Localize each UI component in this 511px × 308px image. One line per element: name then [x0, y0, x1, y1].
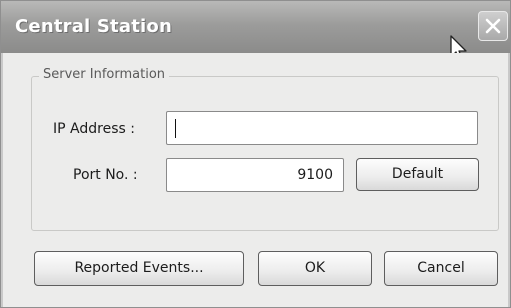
- close-button[interactable]: [478, 11, 508, 41]
- server-information-legend: Server Information: [39, 67, 170, 82]
- port-number-input[interactable]: 9100: [166, 158, 344, 192]
- reported-events-button-label: Reported Events...: [74, 260, 204, 276]
- port-number-label: Port No. :: [73, 167, 138, 183]
- default-button[interactable]: Default: [356, 158, 479, 191]
- central-station-dialog: Central Station Server Information IP Ad…: [0, 0, 511, 308]
- title-bar[interactable]: Central Station: [1, 1, 510, 53]
- reported-events-button[interactable]: Reported Events...: [34, 251, 244, 286]
- ok-button[interactable]: OK: [258, 251, 372, 286]
- window-title: Central Station: [15, 16, 172, 37]
- ip-address-input[interactable]: [166, 111, 478, 145]
- ok-button-label: OK: [304, 260, 326, 276]
- default-button-label: Default: [391, 166, 444, 182]
- cancel-button[interactable]: Cancel: [384, 251, 498, 286]
- ip-address-label: IP Address :: [53, 121, 135, 137]
- close-icon: [485, 18, 501, 34]
- server-information-group: [31, 76, 499, 231]
- text-caret: [175, 119, 176, 138]
- cancel-button-label: Cancel: [417, 260, 465, 276]
- port-number-value: 9100: [297, 167, 333, 183]
